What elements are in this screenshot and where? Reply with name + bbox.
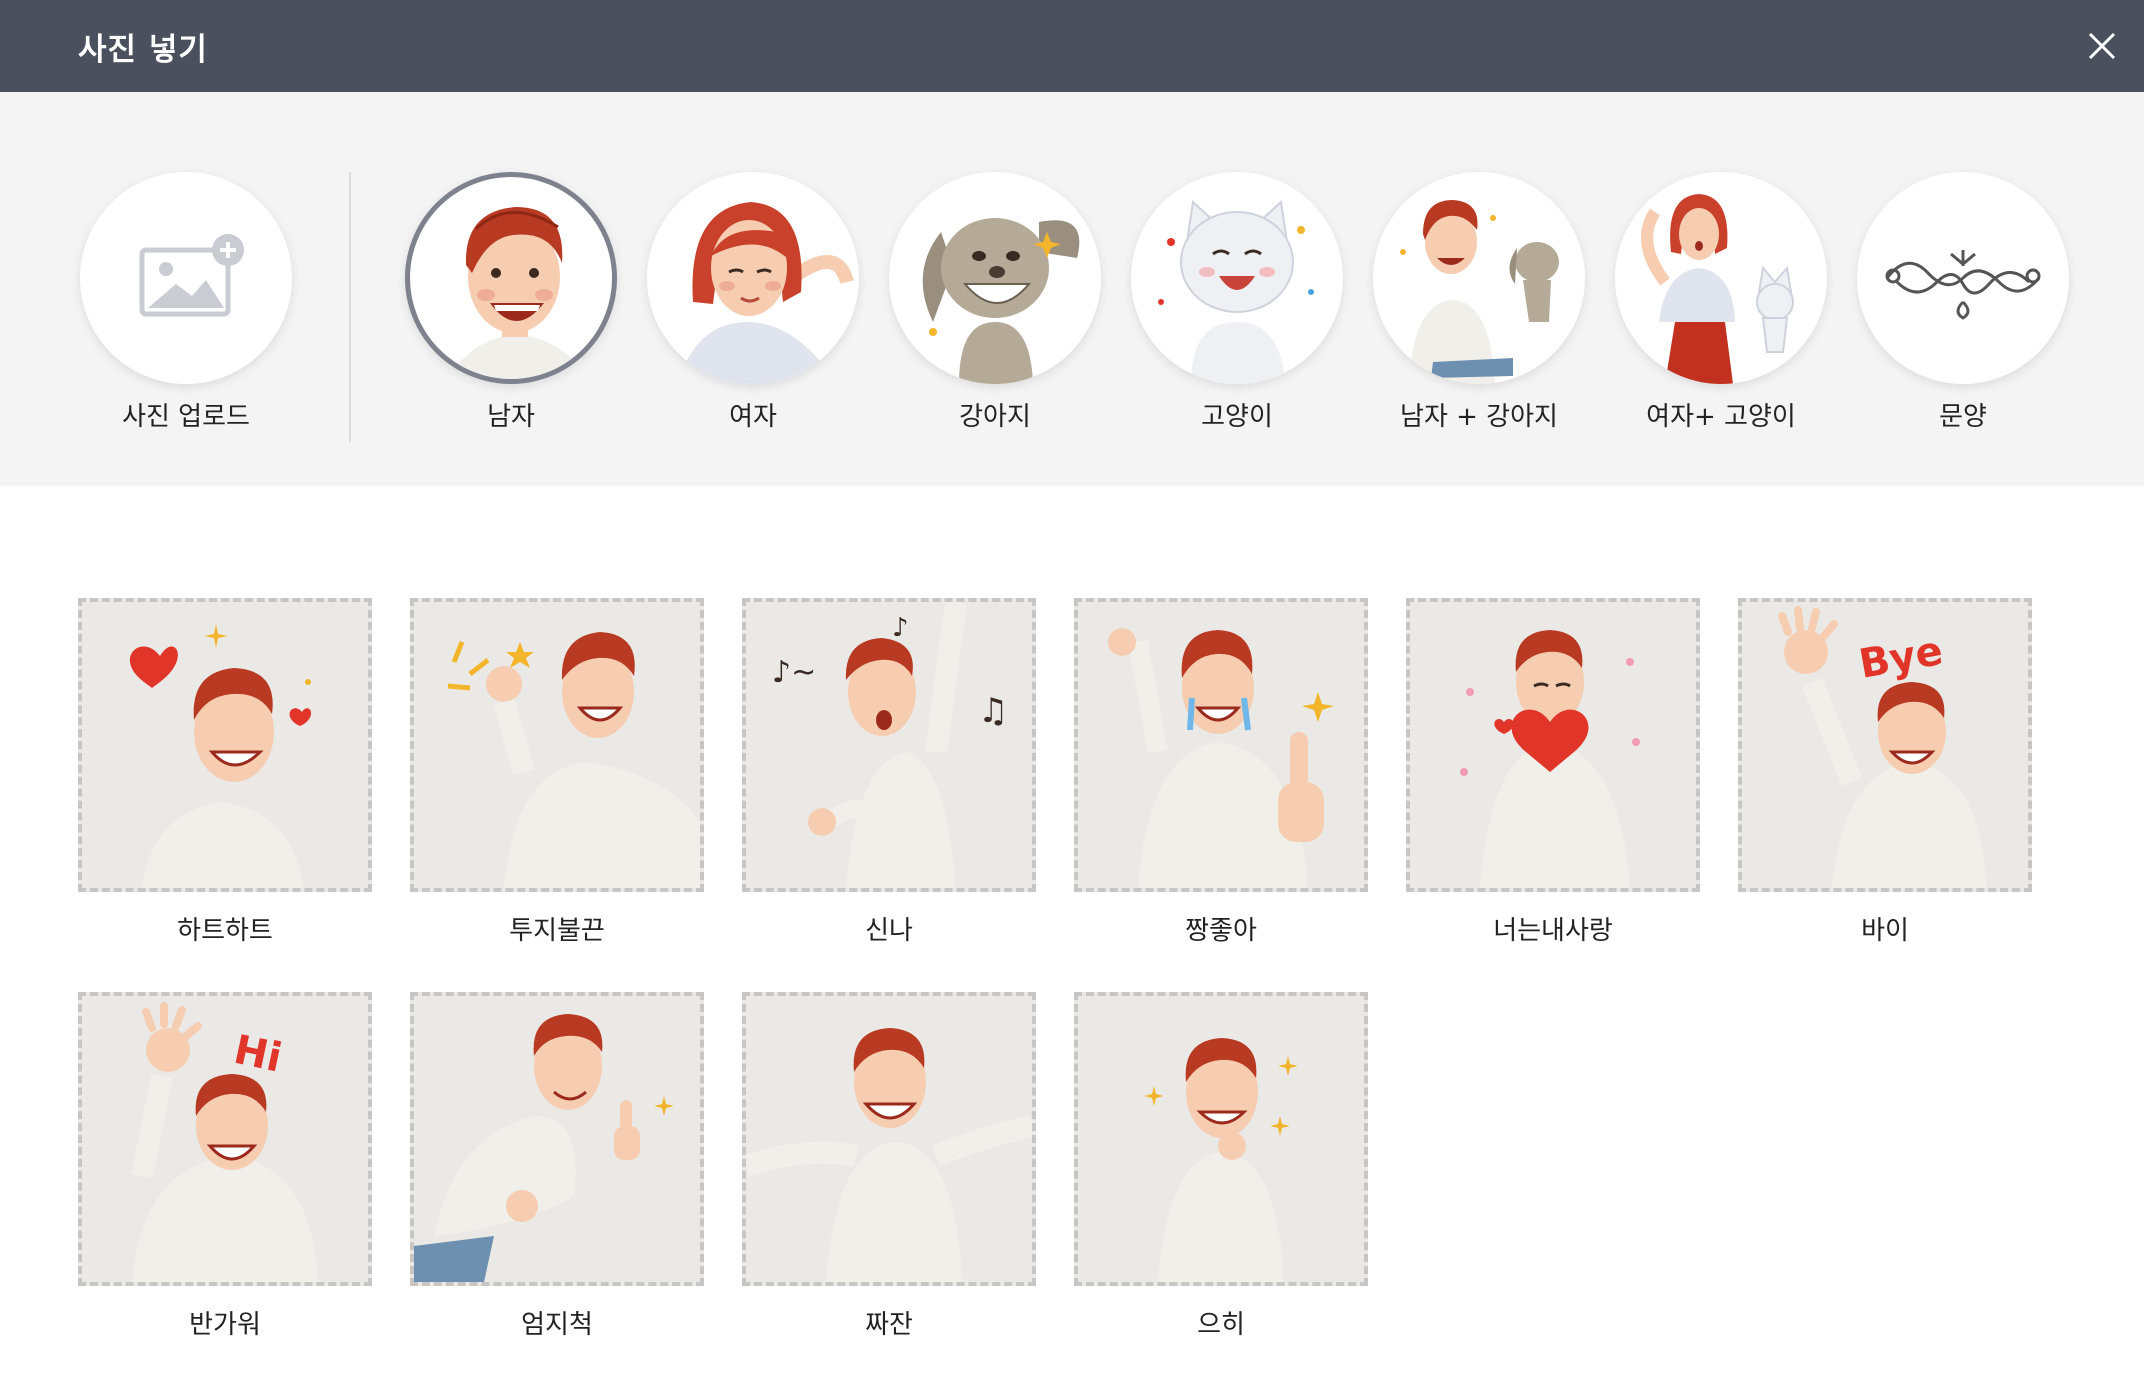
category-man[interactable]: 남자 xyxy=(401,172,621,442)
category-label: 고양이 xyxy=(1201,402,1273,432)
category-woman[interactable]: 여자 xyxy=(643,172,863,442)
category-label: 문양 xyxy=(1939,402,1987,432)
category-pattern[interactable]: 문양 xyxy=(1853,172,2073,442)
man-dog-thumbnail xyxy=(1373,172,1585,384)
sticker-ta-da[interactable]: 짜잔 xyxy=(742,992,1036,1352)
category-bar: 사진 업로드 남자 여자 강아지 고양이 남자 + 강아지 여자+ 고양이 문양 xyxy=(0,92,2144,486)
sticker-image xyxy=(410,992,704,1286)
sticker-label: 으히 xyxy=(1197,1310,1245,1340)
category-label: 남자 xyxy=(487,402,535,432)
svg-text:♪~: ♪~ xyxy=(772,655,816,690)
sticker-image: ♪~ ♫ ♪ xyxy=(742,598,1036,892)
category-label: 강아지 xyxy=(959,402,1031,432)
sticker-label: 투지불끈 xyxy=(509,916,605,946)
sticker-thumbs-up[interactable]: 엄지척 xyxy=(410,992,704,1352)
sticker-label: 짱좋아 xyxy=(1185,916,1257,946)
cat-thumbnail xyxy=(1131,172,1343,384)
category-divider xyxy=(349,172,351,442)
category-man-dog[interactable]: 남자 + 강아지 xyxy=(1369,172,1589,442)
category-dog[interactable]: 강아지 xyxy=(885,172,1105,442)
sticker-determined[interactable]: 투지불끈 xyxy=(410,598,704,958)
svg-text:♫: ♫ xyxy=(978,691,1008,731)
svg-text:♪: ♪ xyxy=(892,613,909,643)
dialog-title: 사진 넣기 xyxy=(78,32,208,68)
sticker-image xyxy=(1074,992,1368,1286)
woman-thumbnail xyxy=(647,172,859,384)
bye-text: Bye xyxy=(1856,628,1946,688)
hi-text: Hi xyxy=(230,1027,286,1082)
sticker-label: 바이 xyxy=(1861,916,1909,946)
sticker-bye[interactable]: Bye 바이 xyxy=(1738,598,2032,958)
photo-upload-button[interactable]: 사진 업로드 xyxy=(76,172,296,442)
sticker-label: 너는내사랑 xyxy=(1493,916,1613,946)
upload-label: 사진 업로드 xyxy=(122,402,250,432)
close-icon[interactable] xyxy=(2080,24,2124,68)
sticker-image xyxy=(1406,598,1700,892)
category-label: 여자+ 고양이 xyxy=(1646,402,1796,432)
woman-cat-thumbnail xyxy=(1615,172,1827,384)
sticker-awesome[interactable]: 짱좋아 xyxy=(1074,598,1368,958)
sticker-nice-to-meet[interactable]: Hi 반가워 xyxy=(78,992,372,1352)
sticker-label: 신나 xyxy=(865,916,913,946)
image-add-icon xyxy=(139,234,244,317)
sticker-image xyxy=(78,598,372,892)
sticker-label: 하트하트 xyxy=(177,916,273,946)
category-cat[interactable]: 고양이 xyxy=(1127,172,1347,442)
sticker-image xyxy=(410,598,704,892)
sticker-label: 반가워 xyxy=(189,1310,261,1340)
upload-circle xyxy=(80,172,292,384)
sticker-label: 엄지척 xyxy=(521,1310,593,1340)
sticker-hehe[interactable]: 으히 xyxy=(1074,992,1368,1352)
sticker-image: Bye xyxy=(1738,598,2032,892)
sticker-image: Hi xyxy=(78,992,372,1286)
category-label: 여자 xyxy=(729,402,777,432)
category-woman-cat[interactable]: 여자+ 고양이 xyxy=(1611,172,1831,442)
sticker-label: 짜잔 xyxy=(865,1310,913,1340)
dialog-titlebar: 사진 넣기 xyxy=(0,0,2144,92)
category-label: 남자 + 강아지 xyxy=(1400,402,1558,432)
sticker-excited[interactable]: ♪~ ♫ ♪ 신나 xyxy=(742,598,1036,958)
sticker-heart-heart[interactable]: 하트하트 xyxy=(78,598,372,958)
sticker-image xyxy=(742,992,1036,1286)
sticker-you-are-my-love[interactable]: 너는내사랑 xyxy=(1406,598,1700,958)
sticker-image xyxy=(1074,598,1368,892)
pattern-thumbnail xyxy=(1857,172,2069,384)
sticker-grid: 하트하트 투지불끈 ♪~ ♫ ♪ 신나 짱좋아 너는내사랑 Bye 바이 Hi … xyxy=(0,486,2144,1382)
dog-thumbnail xyxy=(889,172,1101,384)
man-thumbnail xyxy=(405,172,617,384)
